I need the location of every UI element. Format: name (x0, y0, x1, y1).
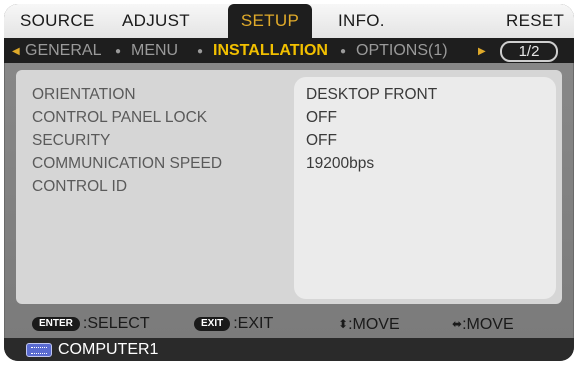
subtab-options1[interactable]: OPTIONS(1) (356, 38, 448, 63)
hint-exit: EXIT:EXIT (194, 313, 273, 335)
key-hints-bar: ENTER:SELECT EXIT:EXIT ⬍:MOVE ⬌:MOVE (4, 313, 574, 335)
hint-updown-move: ⬍:MOVE (338, 313, 400, 336)
subtab-general[interactable]: GENERAL (25, 38, 101, 63)
left-arrow-icon[interactable]: ◀ (12, 39, 20, 64)
setting-label-control-panel-lock[interactable]: CONTROL PANEL LOCK (32, 109, 207, 127)
hint-exit-label: :EXIT (233, 315, 274, 332)
right-arrow-icon[interactable]: ▶ (478, 39, 486, 64)
hint-leftright-move: ⬌:MOVE (452, 313, 514, 336)
enter-key-icon: ENTER (32, 317, 80, 331)
subtab-installation[interactable]: INSTALLATION (213, 38, 328, 63)
setting-value-security[interactable]: OFF (306, 132, 337, 150)
setting-label-communication-speed[interactable]: COMMUNICATION SPEED (32, 155, 222, 173)
exit-key-icon: EXIT (194, 317, 231, 331)
setting-label-control-id[interactable]: CONTROL ID (32, 178, 127, 196)
separator-dot-icon: ● (197, 46, 204, 57)
up-down-arrow-icon: ⬍ (338, 317, 349, 331)
tab-source[interactable]: SOURCE (20, 4, 95, 38)
setting-value-control-panel-lock[interactable]: OFF (306, 109, 337, 127)
setting-label-orientation[interactable]: ORIENTATION (32, 86, 136, 104)
hint-leftright-label: :MOVE (462, 316, 514, 333)
tab-adjust[interactable]: ADJUST (122, 4, 190, 38)
tab-setup[interactable]: SETUP (228, 4, 312, 38)
sub-nav-bar: ◀ GENERAL ● MENU ● INSTALLATION ● OPTION… (4, 38, 574, 63)
osd-menu-window: SOURCE ADJUST SETUP INFO. RESET ◀ GENERA… (4, 4, 574, 361)
setting-value-communication-speed[interactable]: 19200bps (306, 155, 374, 173)
tab-reset[interactable]: RESET (506, 4, 564, 38)
source-bar: COMPUTER1 (4, 338, 574, 361)
hint-updown-label: :MOVE (348, 316, 400, 333)
subtab-menu[interactable]: MENU (131, 38, 178, 63)
computer-icon (26, 343, 52, 357)
tab-info[interactable]: INFO. (338, 4, 385, 38)
separator-dot-icon: ● (115, 46, 122, 57)
source-label: COMPUTER1 (58, 341, 159, 358)
left-right-arrow-icon: ⬌ (452, 317, 463, 331)
setting-value-orientation[interactable]: DESKTOP FRONT (306, 86, 437, 104)
setting-label-security[interactable]: SECURITY (32, 132, 110, 150)
hint-enter-label: :SELECT (82, 315, 150, 332)
page-indicator: 1/2 (500, 41, 558, 62)
separator-dot-icon: ● (340, 46, 347, 57)
hint-enter-select: ENTER:SELECT (32, 313, 150, 335)
settings-panel: ORIENTATION DESKTOP FRONT CONTROL PANEL … (16, 70, 562, 304)
top-menu-bar: SOURCE ADJUST SETUP INFO. RESET (4, 4, 574, 38)
